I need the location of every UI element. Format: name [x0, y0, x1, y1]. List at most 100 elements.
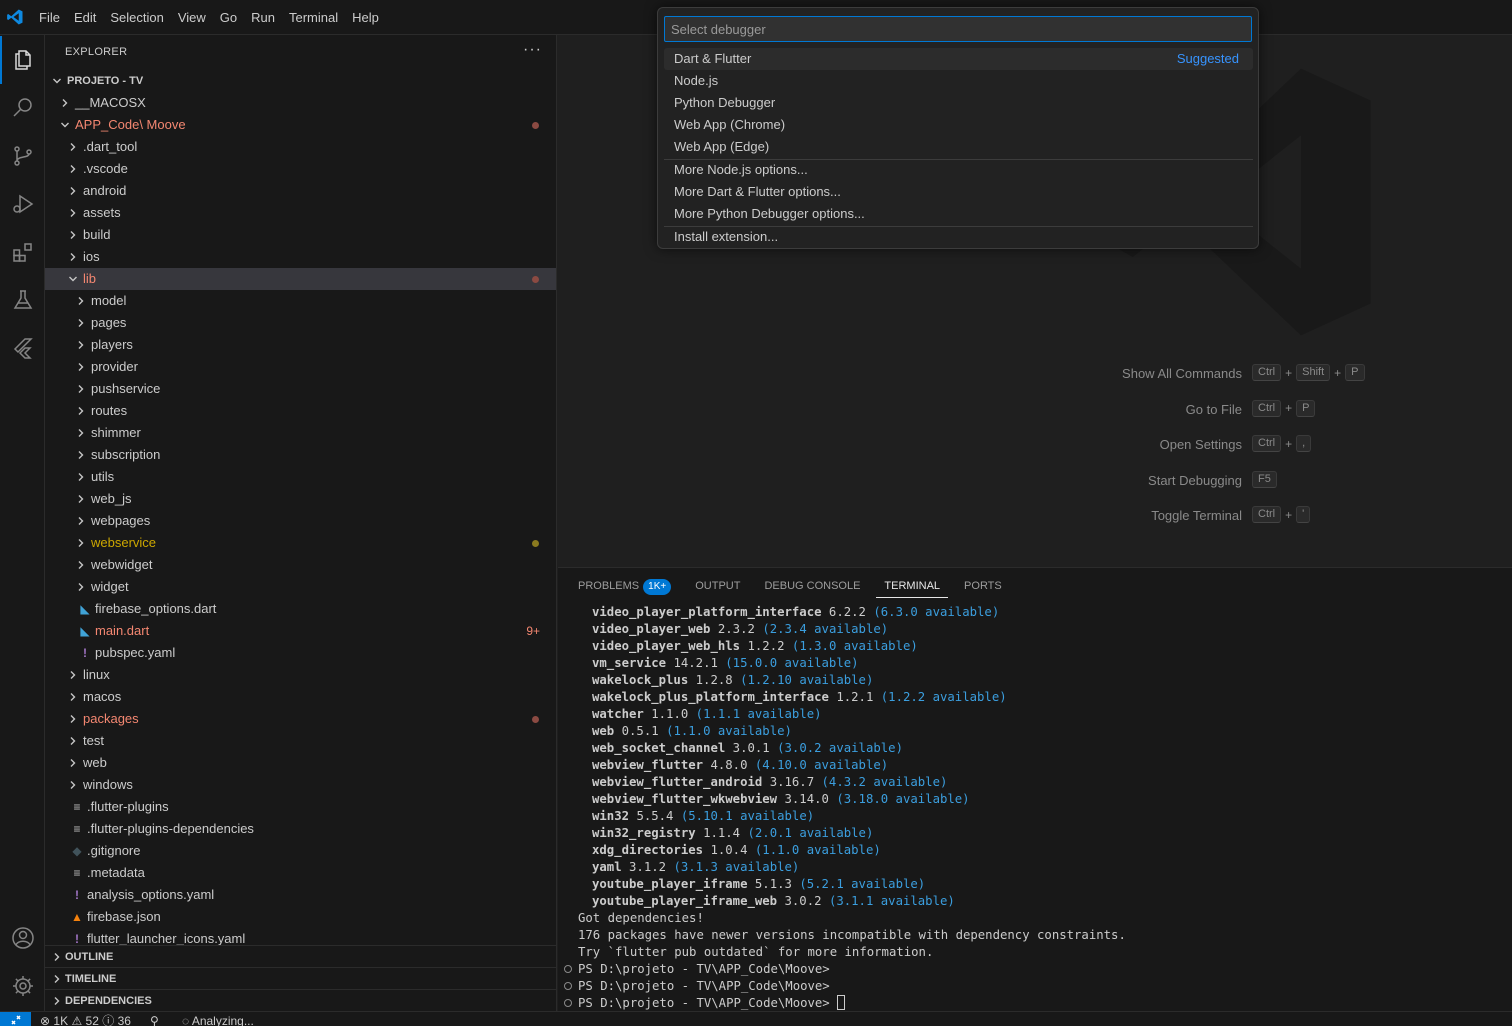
tree-folder[interactable]: web	[45, 752, 556, 774]
tab-output[interactable]: OUTPUT	[687, 574, 748, 598]
menu-go[interactable]: Go	[213, 0, 244, 35]
menu-edit[interactable]: Edit	[67, 0, 103, 35]
debug-status-icon[interactable]: ⚲	[150, 1012, 159, 1026]
quickpick-item[interactable]: Node.js	[664, 70, 1253, 92]
tree-folder[interactable]: shimmer	[45, 422, 556, 444]
tree-folder[interactable]: pages	[45, 312, 556, 334]
tree-folder[interactable]: widget	[45, 576, 556, 598]
quickpick-item[interactable]: More Python Debugger options...	[664, 203, 1253, 225]
run-debug-icon[interactable]	[0, 180, 45, 228]
tab-debug-console[interactable]: DEBUG CONSOLE	[756, 574, 868, 598]
tree-folder[interactable]: webpages	[45, 510, 556, 532]
tree-folder[interactable]: pushservice	[45, 378, 556, 400]
tree-folder[interactable]: webservice	[45, 532, 556, 554]
tree-folder[interactable]: test	[45, 730, 556, 752]
tree-file[interactable]: ▲ firebase.json	[45, 906, 556, 928]
quickpick-item[interactable]: Web App (Edge)	[664, 136, 1253, 158]
tab-terminal[interactable]: TERMINAL	[876, 574, 949, 598]
section-label: OUTLINE	[65, 951, 114, 963]
tree-folder[interactable]: android	[45, 180, 556, 202]
flutter-icon[interactable]	[0, 324, 45, 372]
menu-selection[interactable]: Selection	[103, 0, 170, 35]
chevron-right-icon	[73, 290, 89, 312]
tree-folder[interactable]: web_js	[45, 488, 556, 510]
tree-label: players	[91, 337, 133, 352]
tree-label: .flutter-plugins-dependencies	[87, 821, 254, 836]
chevron-right-icon	[65, 730, 81, 752]
chevron-right-icon	[57, 92, 73, 114]
package-name: xdg_directories	[592, 843, 704, 857]
tree-folder[interactable]: APP_Code\ Moove	[45, 114, 556, 136]
tree-file[interactable]: ≡ .flutter-plugins-dependencies	[45, 818, 556, 840]
tree-folder[interactable]: windows	[45, 774, 556, 796]
source-control-icon[interactable]	[0, 132, 45, 180]
tree-label: model	[91, 293, 127, 308]
settings-gear-icon[interactable]	[0, 962, 45, 1010]
quickpick-item[interactable]: Install extension...	[664, 226, 1253, 248]
menu-view[interactable]: View	[171, 0, 213, 35]
errors-status[interactable]: ⊗ 1K ⚠ 52 ⓘ 36	[40, 1012, 131, 1026]
tree-folder[interactable]: .vscode	[45, 158, 556, 180]
text-file-icon: ≡	[73, 822, 81, 836]
workspace-root[interactable]: PROJETO - TV	[45, 70, 556, 92]
chevron-right-icon	[65, 224, 81, 246]
chevron-right-icon	[65, 136, 81, 158]
tree-file[interactable]: ≡ .metadata	[45, 862, 556, 884]
terminal-output[interactable]: video_player_platform_interface 6.2.2 (6…	[558, 602, 1512, 1012]
tree-folder[interactable]: provider	[45, 356, 556, 378]
tree-label: main.dart	[95, 623, 150, 638]
package-name: yaml	[592, 860, 622, 874]
tree-file[interactable]: ! pubspec.yaml	[45, 642, 556, 664]
tree-folder[interactable]: routes	[45, 400, 556, 422]
tree-file[interactable]: ! analysis_options.yaml	[45, 884, 556, 906]
tree-folder[interactable]: build	[45, 224, 556, 246]
extensions-icon[interactable]	[0, 228, 45, 276]
search-icon[interactable]	[0, 84, 45, 132]
testing-icon[interactable]	[0, 276, 45, 324]
tree-label: webservice	[91, 535, 157, 550]
explorer-icon[interactable]	[0, 36, 45, 84]
tab-problems[interactable]: PROBLEMS 1K+	[570, 574, 679, 598]
modified-dot	[532, 540, 539, 547]
menu-run[interactable]: Run	[244, 0, 282, 35]
tree-file[interactable]: ≡ .flutter-plugins	[45, 796, 556, 818]
tree-folder[interactable]: macos	[45, 686, 556, 708]
chevron-right-icon	[65, 246, 81, 268]
tree-folder[interactable]: utils	[45, 466, 556, 488]
tree-folder[interactable]: players	[45, 334, 556, 356]
tree-folder[interactable]: subscription	[45, 444, 556, 466]
tree-folder[interactable]: linux	[45, 664, 556, 686]
menu-help[interactable]: Help	[345, 0, 386, 35]
section-timeline[interactable]: TIMELINE	[45, 967, 556, 989]
terminal-line: 176 packages have newer versions incompa…	[578, 928, 1126, 942]
tree-file[interactable]: ◣ firebase_options.dart	[45, 598, 556, 620]
section-dependencies[interactable]: DEPENDENCIES	[45, 989, 556, 1011]
tree-folder[interactable]: webwidget	[45, 554, 556, 576]
tree-folder[interactable]: model	[45, 290, 556, 312]
quickpick-item[interactable]: Python Debugger	[664, 92, 1253, 114]
tree-folder[interactable]: lib	[45, 268, 556, 290]
tab-ports[interactable]: PORTS	[956, 574, 1010, 598]
section-outline[interactable]: OUTLINE	[45, 945, 556, 967]
tree-folder[interactable]: ios	[45, 246, 556, 268]
package-name: video_player_web	[592, 622, 711, 636]
more-actions-icon[interactable]: ···	[523, 35, 542, 70]
quickpick-item[interactable]: Dart & Flutter Suggested	[664, 48, 1253, 70]
quickpick-item[interactable]: Web App (Chrome)	[664, 114, 1253, 136]
accounts-icon[interactable]	[0, 914, 45, 962]
tree-file[interactable]: ! flutter_launcher_icons.yaml	[45, 928, 556, 946]
menu-file[interactable]: File	[32, 0, 67, 35]
remote-indicator[interactable]	[0, 1012, 31, 1026]
menu-terminal[interactable]: Terminal	[282, 0, 345, 35]
tree-folder[interactable]: packages	[45, 708, 556, 730]
tree-file[interactable]: ◆ .gitignore	[45, 840, 556, 862]
quickpick-item[interactable]: More Node.js options...	[664, 159, 1253, 181]
tree-folder[interactable]: assets	[45, 202, 556, 224]
chevron-right-icon	[65, 664, 81, 686]
modified-dot	[532, 122, 539, 129]
quickpick-item[interactable]: More Dart & Flutter options...	[664, 181, 1253, 203]
tree-file[interactable]: ◣ main.dart 9+	[45, 620, 556, 642]
tree-folder[interactable]: .dart_tool	[45, 136, 556, 158]
tree-folder[interactable]: __MACOSX	[45, 92, 556, 114]
quickpick-input[interactable]	[664, 16, 1252, 42]
